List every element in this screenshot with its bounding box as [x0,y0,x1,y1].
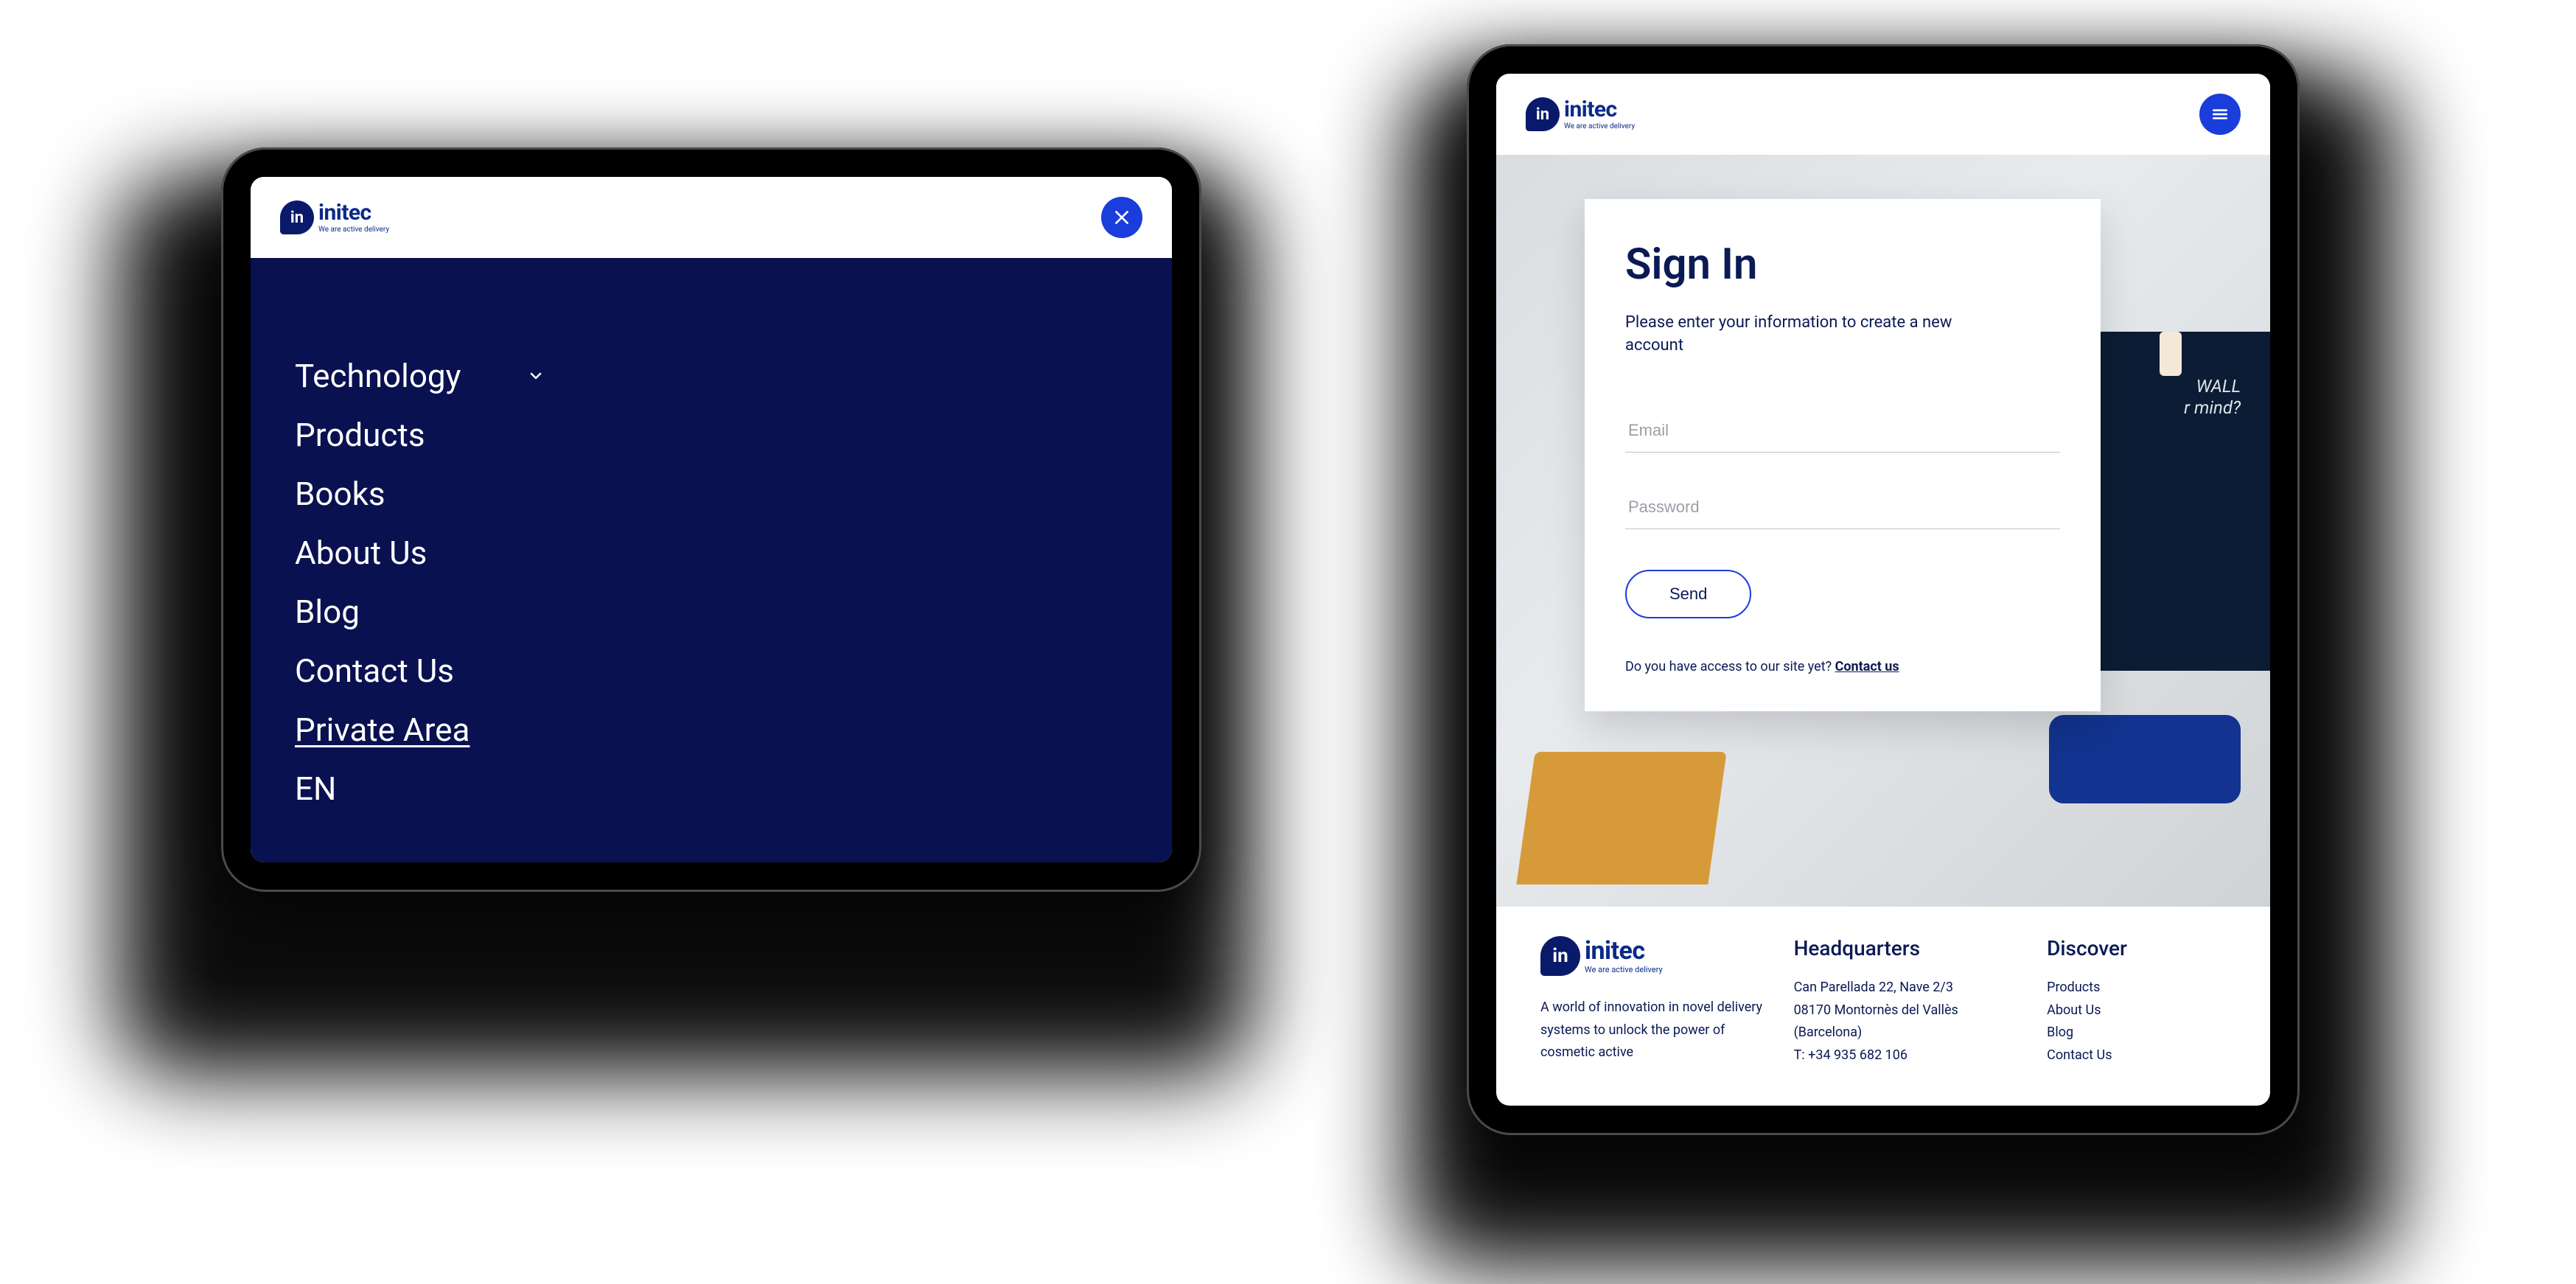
menu-item-private-area[interactable]: Private Area [295,700,1128,759]
menu-item-products[interactable]: Products [295,405,1128,464]
menu-item-label: Private Area [295,711,470,749]
password-field[interactable] [1625,486,2060,529]
footer-link-products[interactable]: Products [2047,977,2226,999]
topbar-left: in initec We are active delivery [251,177,1172,258]
hero-wall-text: WALL r mind? [2184,376,2241,419]
menu-item-blog[interactable]: Blog [295,582,1128,641]
footer-link-contact-us[interactable]: Contact Us [2047,1044,2226,1067]
tablet-portrait-screen: in initec We are active delivery [1496,74,2270,1106]
menu-item-books[interactable]: Books [295,464,1128,523]
menu-item-label: Contact Us [295,652,454,690]
logo-tagline: We are active delivery [1585,966,1663,974]
close-icon [1112,208,1131,227]
menu-panel: Technology Products Books About Us [251,258,1172,862]
topbar-right: in initec We are active delivery [1496,74,2270,155]
logo-word: initec [1585,938,1663,963]
footer-hq-column: Headquarters Can Parellada 22, Nave 2/3 … [1794,936,2018,1067]
signin-title: Sign In [1625,240,2060,290]
brand-logo[interactable]: in initec We are active delivery [1526,97,1635,131]
menu-item-label: EN [295,770,336,808]
tablet-portrait: in initec We are active delivery [1467,44,2300,1135]
logo-mark: in [1540,936,1580,976]
contact-us-link[interactable]: Contact us [1835,659,1899,674]
menu-item-label: Blog [295,593,360,631]
menu-item-language[interactable]: EN [295,759,1128,818]
send-button[interactable]: Send [1625,570,1751,618]
menu-item-technology[interactable]: Technology [295,346,1128,405]
hero-wall-text-line: WALL [2184,376,2241,397]
tablet-landscape-screen: in initec We are active delivery Technol… [251,177,1172,862]
menu-item-contact-us[interactable]: Contact Us [295,641,1128,700]
logo-text: initec We are active delivery [1564,99,1635,130]
hero-decoration-lamp [2160,332,2182,376]
logo-tagline: We are active delivery [318,226,389,234]
access-question: Do you have access to our site yet? [1625,659,1835,674]
hero-wall-text-line: r mind? [2184,397,2241,419]
footer-hq-address-line: 08170 Montornès del Vallès [1794,999,2018,1022]
hero-section: WALL r mind? Sign In Please enter your i… [1496,155,2270,907]
footer-discover-column: Discover Products About Us Blog Contact … [2047,936,2226,1067]
logo-mark: in [1526,97,1560,131]
footer-brand-column: in initec We are active delivery A world… [1540,936,1765,1067]
email-field[interactable] [1625,409,2060,453]
footer-hq-address-line: (Barcelona) [1794,1022,2018,1044]
menu-item-about-us[interactable]: About Us [295,523,1128,582]
hero-decoration-couch [2049,715,2241,803]
footer-discover-heading: Discover [2047,936,2226,960]
footer-logo[interactable]: in initec We are active delivery [1540,936,1765,976]
close-menu-button[interactable] [1101,197,1142,238]
footer: in initec We are active delivery A world… [1496,907,2270,1067]
hamburger-menu-button[interactable] [2199,94,2241,135]
menu-item-label: Products [295,416,425,454]
menu-list: Technology Products Books About Us [295,346,1128,818]
access-line: Do you have access to our site yet? Cont… [1625,659,2060,674]
hamburger-icon [2210,105,2230,124]
footer-hq-phone: T: +34 935 682 106 [1794,1044,2018,1067]
chevron-down-icon [527,367,545,385]
brand-logo[interactable]: in initec We are active delivery [280,200,389,234]
menu-item-label: About Us [295,534,427,572]
menu-item-label: Technology [295,357,461,395]
logo-text: initec We are active delivery [1585,938,1663,974]
footer-link-about-us[interactable]: About Us [2047,999,2226,1022]
footer-hq-address-line: Can Parellada 22, Nave 2/3 [1794,977,2018,999]
logo-word: initec [318,202,389,224]
signin-card: Sign In Please enter your information to… [1585,199,2101,711]
footer-hq-heading: Headquarters [1794,936,2018,960]
logo-tagline: We are active delivery [1564,123,1635,130]
footer-link-blog[interactable]: Blog [2047,1022,2226,1044]
logo-mark: in [280,200,314,234]
menu-item-label: Books [295,475,385,513]
logo-text: initec We are active delivery [318,202,389,234]
signin-subtitle: Please enter your information to create … [1625,312,1994,357]
tablet-landscape: in initec We are active delivery Technol… [221,147,1201,892]
logo-word: initec [1564,99,1635,121]
footer-about-text: A world of innovation in novel delivery … [1540,997,1765,1064]
